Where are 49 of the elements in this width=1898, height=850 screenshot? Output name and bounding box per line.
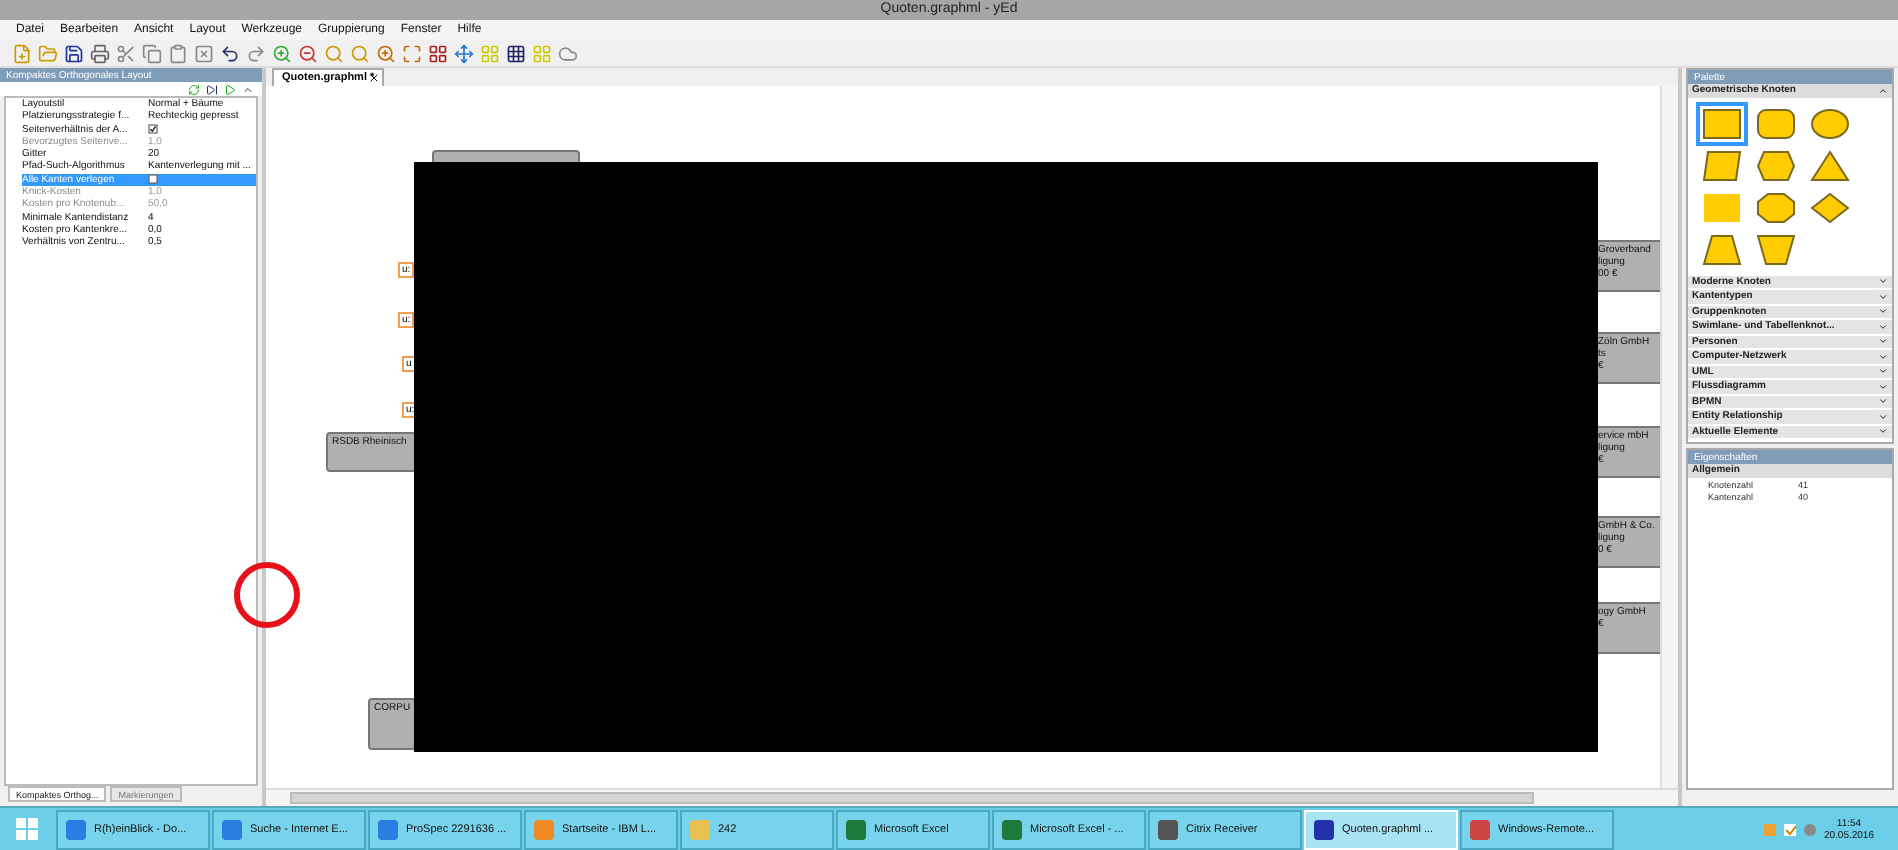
parallelogram-shape-icon[interactable] — [1700, 147, 1744, 183]
trapezoid-shape-icon[interactable] — [1700, 231, 1744, 267]
move-icon[interactable] — [454, 43, 474, 63]
refresh-icon[interactable] — [188, 83, 200, 95]
vertical-scrollbar[interactable] — [1660, 86, 1678, 788]
chevron-up-icon[interactable] — [242, 83, 254, 95]
zoom-icon[interactable] — [376, 43, 396, 63]
zoom-out-icon[interactable] — [298, 43, 318, 63]
fit-icon[interactable] — [402, 43, 422, 63]
app-icon — [846, 819, 866, 839]
play-icon[interactable] — [224, 83, 236, 95]
tray-icon — [1763, 823, 1776, 835]
cloud-icon[interactable] — [558, 43, 578, 63]
app-icon — [1002, 819, 1022, 839]
app-icon — [378, 819, 398, 839]
hexagon-shape-icon[interactable] — [1754, 147, 1798, 183]
checkbox[interactable] — [148, 174, 158, 185]
app-icon — [690, 819, 710, 839]
scissors-icon[interactable] — [116, 43, 136, 63]
ellipse-shape-icon[interactable] — [1808, 105, 1852, 141]
checkmark-icon — [1783, 823, 1796, 835]
close-icon[interactable] — [368, 72, 381, 84]
horizontal-scrollbar[interactable] — [266, 788, 1678, 806]
highlight-circle — [234, 562, 300, 628]
network-icon — [1803, 823, 1816, 835]
printer-icon[interactable] — [90, 43, 110, 63]
diamond-shape-icon[interactable] — [1808, 189, 1852, 225]
layout-grid-icon[interactable] — [428, 43, 448, 63]
checkbox[interactable] — [148, 124, 158, 135]
zoom-in-icon[interactable] — [272, 43, 292, 63]
app-icon — [1470, 819, 1490, 839]
app-icon — [534, 819, 554, 839]
triangle-shape-icon[interactable] — [1808, 147, 1852, 183]
chevron-up-icon[interactable] — [1878, 85, 1888, 96]
save-icon[interactable] — [64, 43, 84, 63]
rounded-rectangle-shape-icon[interactable] — [1754, 105, 1798, 141]
windows-logo-icon — [16, 818, 38, 840]
clipboard-icon[interactable] — [168, 43, 188, 63]
undo-icon[interactable] — [220, 43, 240, 63]
app-icon — [222, 819, 242, 839]
skip-icon[interactable] — [206, 83, 218, 95]
app-icon — [66, 819, 86, 839]
rectangle-shape-icon[interactable] — [1700, 105, 1744, 141]
octagon-shape-icon[interactable] — [1754, 189, 1798, 225]
app-icon — [1314, 819, 1334, 839]
copy-icon[interactable] — [142, 43, 162, 63]
app-icon — [1158, 819, 1178, 839]
trapezoid-shape-icon[interactable] — [1754, 231, 1798, 267]
grid-icon[interactable] — [506, 43, 526, 63]
